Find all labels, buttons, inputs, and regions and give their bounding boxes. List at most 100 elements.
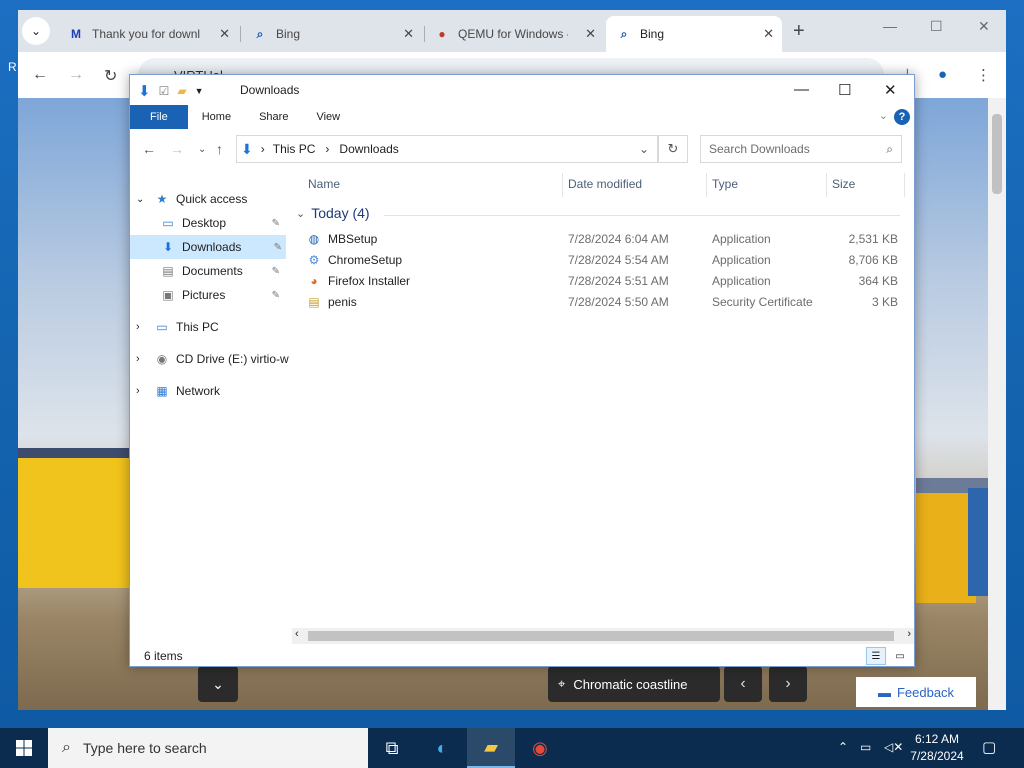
- chevron-down-icon: ⌄: [212, 675, 224, 692]
- reload-button[interactable]: ↻: [104, 66, 117, 86]
- browser-tab-4[interactable]: ⌕ Bing ✕: [606, 16, 782, 52]
- nav-downloads[interactable]: ⬇ Downloads ✎: [130, 235, 286, 259]
- file-explorer-button[interactable]: ▰: [467, 728, 515, 768]
- nav-pictures[interactable]: ▣ Pictures ✎: [160, 283, 284, 307]
- column-separator[interactable]: [706, 173, 707, 197]
- nav-quick-access[interactable]: ⌄ ★ Quick access: [136, 187, 247, 211]
- forward-button[interactable]: →: [170, 141, 184, 157]
- scroll-left-icon[interactable]: ‹: [295, 628, 299, 640]
- nav-cd-drive[interactable]: › ◉ CD Drive (E:) virtio-w: [136, 347, 289, 371]
- nav-desktop[interactable]: ▭ Desktop ✎: [160, 211, 284, 235]
- recent-locations-icon[interactable]: ⌄: [198, 144, 206, 155]
- chevron-up-icon[interactable]: ⌃: [838, 740, 848, 754]
- properties-icon[interactable]: ☑: [159, 84, 170, 98]
- close-icon[interactable]: ✕: [219, 26, 230, 42]
- group-header-today[interactable]: ⌄ Today (4): [296, 205, 370, 221]
- maximize-button[interactable]: ☐: [838, 81, 851, 99]
- taskbar-search-box[interactable]: ⌕ Type here to search: [48, 728, 368, 768]
- star-icon: ★: [156, 192, 168, 206]
- file-size: 3 KB: [871, 295, 898, 309]
- horizontal-scrollbar[interactable]: ‹ ›: [292, 628, 914, 644]
- nav-label: Downloads: [182, 240, 242, 254]
- pin-icon: ✎: [271, 289, 280, 301]
- close-button[interactable]: ✕: [884, 81, 897, 99]
- horizontal-scrollbar-thumb[interactable]: [308, 631, 894, 641]
- tab-view[interactable]: View: [302, 105, 354, 129]
- column-type[interactable]: Type: [712, 177, 738, 191]
- page-scrollbar-thumb[interactable]: [992, 114, 1002, 194]
- chrome-icon: ◉: [532, 737, 548, 758]
- search-downloads-input[interactable]: Search Downloads ⌕: [700, 135, 902, 163]
- minimize-button[interactable]: —: [794, 81, 809, 98]
- new-tab-button[interactable]: +: [793, 20, 805, 43]
- file-row-chromesetup[interactable]: ⚙ ChromeSetup 7/28/2024 5:54 AM Applicat…: [306, 250, 906, 270]
- forward-button[interactable]: →: [68, 66, 84, 84]
- back-button[interactable]: ←: [142, 141, 156, 157]
- edge-button[interactable]: ◐: [418, 728, 466, 768]
- close-icon[interactable]: ✕: [585, 26, 596, 42]
- network-icon[interactable]: ▭: [860, 740, 871, 754]
- browser-tab-1[interactable]: M Thank you for downl ✕: [58, 16, 238, 52]
- file-type: Application: [712, 253, 771, 267]
- customize-dropdown-icon[interactable]: ▼: [195, 86, 204, 96]
- column-name[interactable]: Name: [308, 177, 340, 191]
- tab-share[interactable]: Share: [245, 105, 302, 129]
- breadcrumb-downloads[interactable]: Downloads: [339, 142, 398, 156]
- column-separator[interactable]: [562, 173, 563, 197]
- next-image-button[interactable]: ›: [769, 666, 807, 702]
- explorer-address-bar[interactable]: ⬇ › This PC › Downloads ⌄: [236, 135, 658, 163]
- feedback-label: Feedback: [896, 684, 955, 700]
- ribbon-tabs: File Home Share View ⌄ ?: [130, 105, 914, 129]
- download-arrow-icon: ⬇: [162, 240, 174, 254]
- previous-image-button[interactable]: ‹: [724, 666, 762, 702]
- feedback-button[interactable]: ▬ Feedback: [856, 677, 976, 707]
- search-placeholder: Search Downloads: [709, 142, 810, 156]
- profile-icon[interactable]: ●: [938, 66, 947, 83]
- image-location-label: Chromatic coastline: [573, 676, 688, 692]
- up-button[interactable]: ↑: [216, 141, 223, 157]
- tab-file[interactable]: File: [130, 105, 188, 129]
- help-icon[interactable]: ?: [894, 109, 910, 125]
- start-button[interactable]: [0, 728, 48, 768]
- task-view-button[interactable]: ⧉: [368, 728, 416, 768]
- notification-icon[interactable]: ▢: [982, 738, 996, 756]
- nav-this-pc[interactable]: › ▭ This PC: [136, 315, 219, 339]
- maximize-button[interactable]: ☐: [930, 18, 943, 35]
- file-row-firefox-installer[interactable]: ◕ Firefox Installer 7/28/2024 5:51 AM Ap…: [306, 271, 906, 291]
- search-icon: ⌕: [62, 739, 71, 756]
- column-separator[interactable]: [826, 173, 827, 197]
- nav-documents[interactable]: ▤ Documents ✎: [160, 259, 284, 283]
- scroll-right-icon[interactable]: ›: [907, 628, 911, 640]
- browser-tab-3[interactable]: ● QEMU for Windows - ✕: [424, 16, 604, 52]
- malwarebytes-icon: M: [71, 27, 81, 41]
- refresh-button[interactable]: ↻: [658, 135, 688, 163]
- new-folder-icon[interactable]: ▰: [177, 84, 186, 98]
- large-icons-view-button[interactable]: ▭: [890, 647, 910, 665]
- nav-label: Documents: [182, 264, 243, 278]
- close-icon[interactable]: ✕: [763, 26, 774, 42]
- file-row-mbsetup[interactable]: ◍ MBSetup 7/28/2024 6:04 AM Application …: [306, 229, 906, 249]
- column-size[interactable]: Size: [832, 177, 855, 191]
- file-row-penis[interactable]: ▤ penis 7/28/2024 5:50 AM Security Certi…: [306, 292, 906, 312]
- menu-icon[interactable]: ⋮: [976, 66, 991, 84]
- details-view-button[interactable]: ☰: [866, 647, 886, 665]
- minimize-button[interactable]: —: [883, 18, 897, 34]
- browser-tab-2[interactable]: ⌕ Bing ✕: [242, 16, 422, 52]
- back-button[interactable]: ←: [32, 66, 48, 84]
- file-name: ChromeSetup: [328, 253, 403, 267]
- address-history-icon[interactable]: ⌄: [639, 142, 649, 156]
- column-date-modified[interactable]: Date modified: [568, 177, 642, 191]
- tab-home[interactable]: Home: [188, 105, 245, 129]
- nav-network[interactable]: › ▦ Network: [136, 379, 220, 403]
- close-icon[interactable]: ✕: [403, 26, 414, 42]
- image-location-button[interactable]: ⌖ Chromatic coastline: [548, 666, 720, 702]
- chrome-button[interactable]: ◉: [516, 728, 564, 768]
- scroll-down-button[interactable]: ⌄: [198, 666, 238, 702]
- clock[interactable]: 6:12 AM 7/28/2024: [902, 731, 972, 765]
- close-window-button[interactable]: ✕: [978, 18, 990, 35]
- volume-muted-icon[interactable]: ◁✕: [884, 740, 903, 754]
- breadcrumb-this-pc[interactable]: This PC: [273, 142, 316, 156]
- column-separator[interactable]: [904, 173, 905, 197]
- expand-ribbon-icon[interactable]: ⌄: [879, 109, 888, 122]
- tab-search-button[interactable]: ⌄: [22, 17, 50, 45]
